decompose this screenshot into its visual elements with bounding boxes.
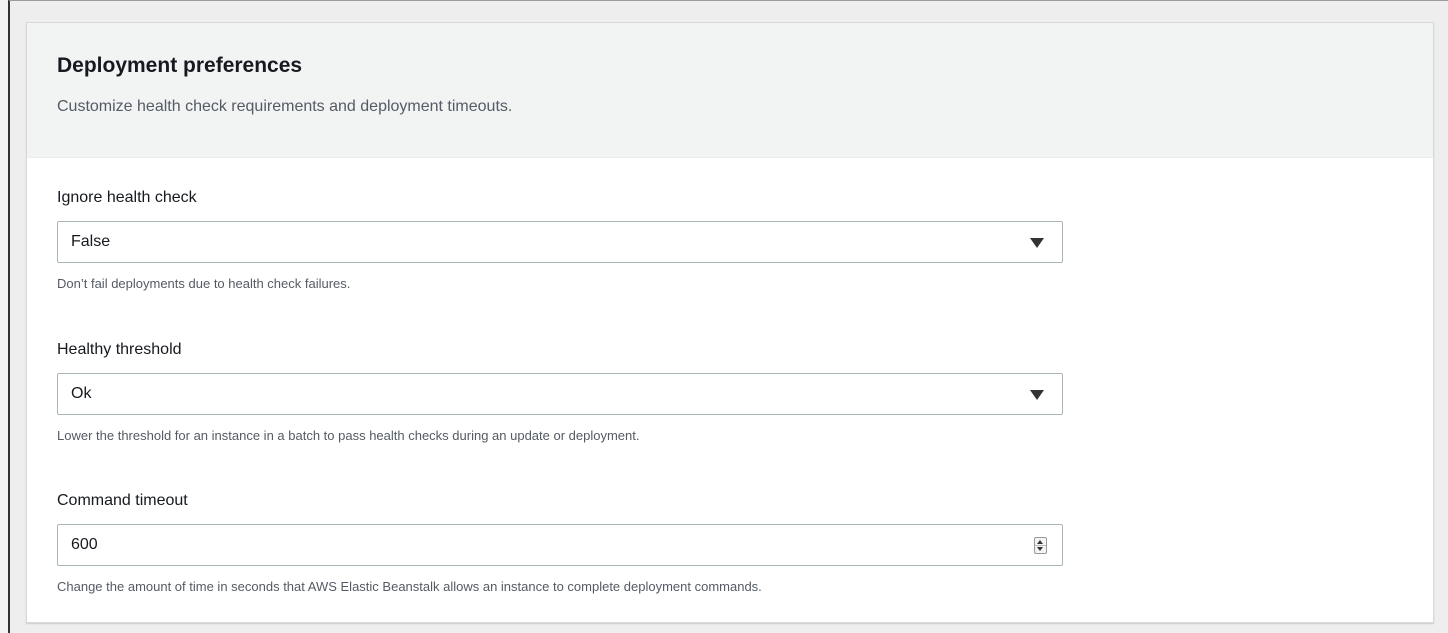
- healthy-threshold-help: Lower the threshold for an instance in a…: [57, 428, 640, 443]
- deployment-preferences-panel: Deployment preferences Customize health …: [26, 22, 1434, 623]
- healthy-threshold-select[interactable]: Ok: [57, 373, 1063, 415]
- ignore-health-check-value: False: [71, 233, 111, 250]
- command-timeout-label: Command timeout: [57, 492, 188, 509]
- chevron-down-icon[interactable]: [1030, 238, 1044, 248]
- ignore-health-check-field: Ignore health check False Don’t fail dep…: [57, 188, 1063, 292]
- command-timeout-input[interactable]: 600: [57, 524, 1063, 566]
- command-timeout-value: 600: [71, 536, 98, 553]
- ignore-health-check-help: Don’t fail deployments due to health che…: [57, 276, 351, 291]
- panel-title: Deployment preferences: [57, 54, 303, 77]
- spinner-down-icon[interactable]: [1037, 547, 1043, 551]
- spinner-icon[interactable]: [1034, 537, 1047, 554]
- spinner-divider: [1035, 545, 1046, 546]
- page-frame: Deployment preferences Customize health …: [8, 0, 1448, 633]
- ignore-health-check-label: Ignore health check: [57, 189, 197, 206]
- ignore-health-check-select[interactable]: False: [57, 221, 1063, 263]
- command-timeout-field: Command timeout 600 Change the amount of…: [57, 491, 1063, 595]
- healthy-threshold-value: Ok: [71, 385, 92, 402]
- panel-description: Customize health check requirements and …: [57, 98, 513, 115]
- spinner-up-icon[interactable]: [1037, 540, 1043, 544]
- healthy-threshold-label: Healthy threshold: [57, 341, 182, 358]
- chevron-down-icon[interactable]: [1030, 390, 1044, 400]
- command-timeout-help: Change the amount of time in seconds tha…: [57, 579, 762, 594]
- healthy-threshold-field: Healthy threshold Ok Lower the threshold…: [57, 340, 1063, 444]
- panel-header: Deployment preferences Customize health …: [27, 23, 1433, 158]
